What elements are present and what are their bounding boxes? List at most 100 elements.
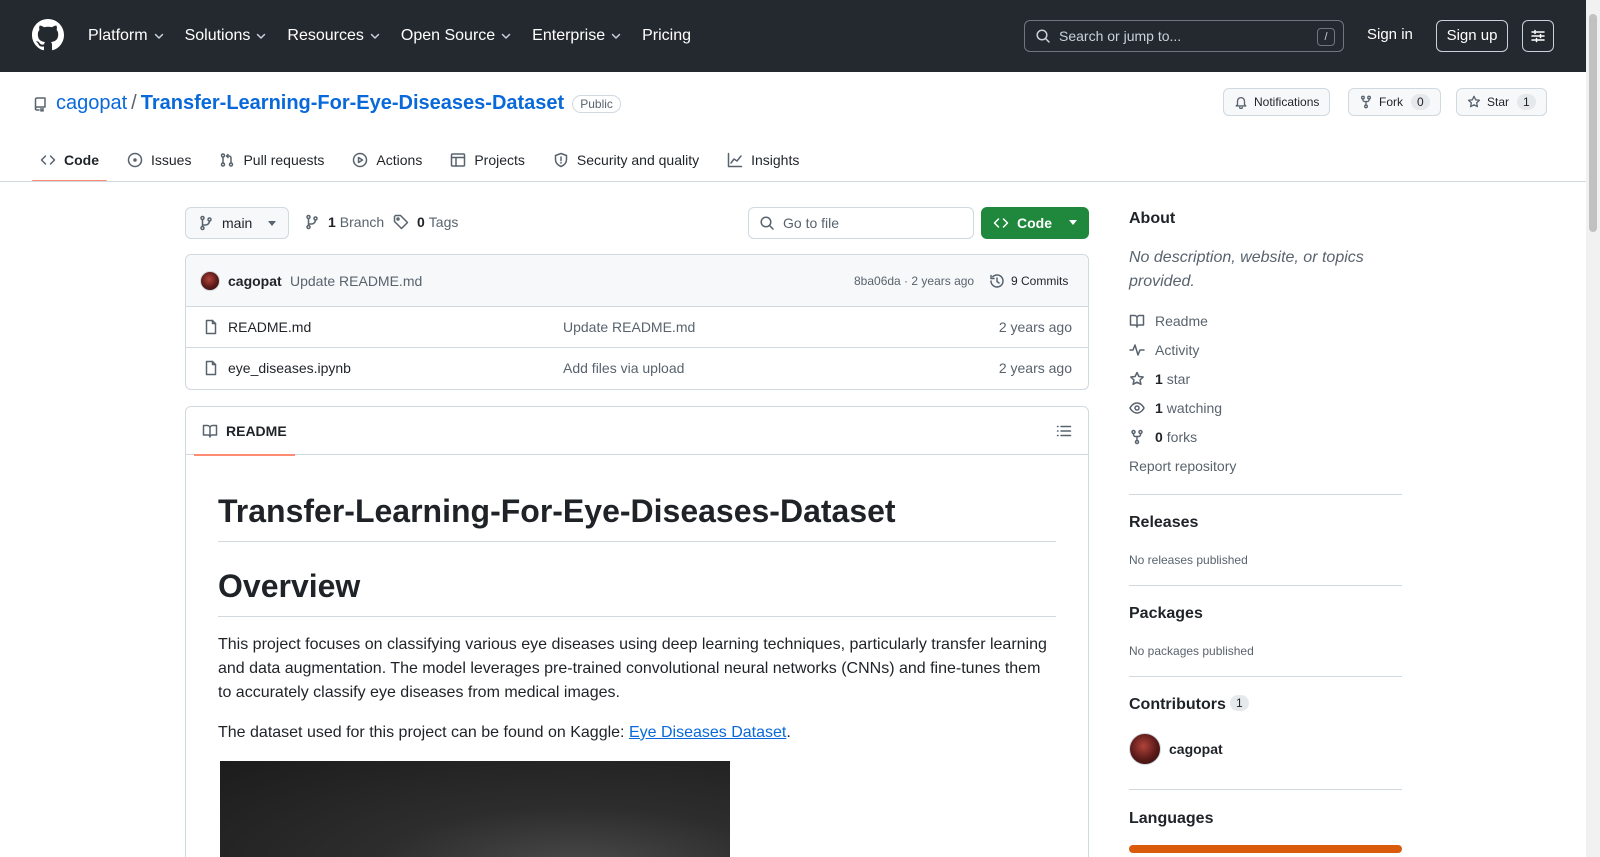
chevron-down-icon bbox=[501, 33, 511, 39]
file-name[interactable]: eye_diseases.ipynb bbox=[228, 360, 351, 376]
star-count: 1 bbox=[1517, 94, 1536, 110]
go-to-file-input[interactable]: Go to file bbox=[748, 207, 974, 239]
star-icon bbox=[1467, 95, 1481, 108]
fork-icon bbox=[1131, 429, 1143, 445]
nav-open-source[interactable]: Open Source bbox=[401, 27, 512, 45]
tab-code[interactable]: Code bbox=[32, 140, 107, 182]
packages-text: No packages published bbox=[1129, 644, 1254, 658]
nav-enterprise[interactable]: Enterprise bbox=[532, 27, 622, 45]
tab-insights-label: Insights bbox=[751, 152, 800, 168]
commits-link[interactable]: 9 Commits bbox=[989, 273, 1068, 289]
tab-insights[interactable]: Insights bbox=[719, 140, 807, 180]
nav-pricing[interactable]: Pricing bbox=[642, 27, 691, 45]
tag-count: 0 bbox=[417, 214, 425, 230]
commit-author[interactable]: cagopat bbox=[228, 273, 282, 289]
code-icon bbox=[40, 155, 56, 165]
caret-down-icon bbox=[1069, 220, 1077, 225]
table-row: eye_diseases.ipynb Add files via upload … bbox=[186, 348, 1088, 389]
contributors-heading[interactable]: Contributors bbox=[1129, 696, 1226, 714]
visibility-badge: Public bbox=[572, 94, 621, 113]
search-icon bbox=[760, 216, 774, 230]
stars-label: star bbox=[1166, 371, 1191, 387]
tab-security-label: Security and quality bbox=[576, 152, 700, 168]
stars-link[interactable]: 1 star bbox=[1129, 371, 1190, 387]
watching-label: watching bbox=[1166, 400, 1223, 416]
menu-button[interactable] bbox=[1522, 20, 1554, 52]
watchers-link[interactable]: 1 watching bbox=[1129, 400, 1222, 416]
commit-hash-time[interactable]: 8ba06da · 2 years ago bbox=[854, 274, 974, 288]
fork-button[interactable]: Fork 0 bbox=[1348, 88, 1441, 116]
commits-label: 9 Commits bbox=[1011, 274, 1069, 288]
scrollbar[interactable] bbox=[1586, 0, 1600, 857]
tab-code-label: Code bbox=[64, 152, 99, 168]
chevron-down-icon bbox=[611, 33, 621, 39]
branch-icon bbox=[200, 215, 212, 231]
readme-link-label: Readme bbox=[1155, 313, 1208, 329]
forks-link[interactable]: 0 forks bbox=[1129, 429, 1197, 445]
sign-in-link[interactable]: Sign in bbox=[1367, 26, 1413, 43]
history-icon bbox=[990, 274, 1004, 288]
notifications-button[interactable]: Notifications bbox=[1223, 88, 1331, 116]
tab-actions[interactable]: Actions bbox=[344, 140, 430, 180]
nav-resources[interactable]: Resources bbox=[287, 27, 380, 45]
issue-icon bbox=[127, 152, 143, 168]
tab-issues-label: Issues bbox=[151, 152, 192, 168]
dataset-link[interactable]: Eye Diseases Dataset bbox=[629, 724, 786, 741]
activity-link-label: Activity bbox=[1155, 342, 1200, 358]
branches-link[interactable]: 1 Branch bbox=[304, 214, 384, 230]
forks-label: forks bbox=[1166, 429, 1198, 445]
notifications-label: Notifications bbox=[1254, 95, 1320, 109]
latest-commit-bar: cagopat Update README.md 8ba06da · 2 yea… bbox=[186, 255, 1088, 307]
search-input[interactable]: Search or jump to... / bbox=[1024, 20, 1344, 52]
nav-platform[interactable]: Platform bbox=[88, 27, 165, 45]
fork-icon bbox=[1360, 95, 1372, 109]
chevron-down-icon bbox=[154, 33, 163, 39]
readme-tab[interactable]: README bbox=[194, 407, 295, 456]
pull-request-icon bbox=[221, 153, 234, 167]
go-to-file-placeholder: Go to file bbox=[783, 215, 840, 231]
readme-paragraph: This project focuses on classifying vari… bbox=[218, 636, 1047, 701]
list-icon[interactable] bbox=[1056, 423, 1072, 439]
readme-link[interactable]: Readme bbox=[1129, 313, 1208, 329]
scrollbar-thumb[interactable] bbox=[1589, 14, 1597, 232]
tab-security[interactable]: Security and quality bbox=[545, 140, 707, 180]
packages-heading[interactable]: Packages bbox=[1129, 605, 1203, 623]
fork-label: Fork bbox=[1379, 95, 1403, 109]
file-name[interactable]: README.md bbox=[228, 319, 311, 335]
commit-message[interactable]: Update README.md bbox=[290, 273, 422, 289]
repo-owner-link[interactable]: cagopat bbox=[56, 92, 127, 115]
nav-platform-label: Platform bbox=[88, 27, 148, 44]
github-logo-icon[interactable] bbox=[32, 19, 64, 51]
branch-select-button[interactable]: main bbox=[185, 207, 289, 239]
about-description: No description, website, or topics provi… bbox=[1129, 249, 1364, 290]
repo-name-link[interactable]: Transfer-Learning-For-Eye-Diseases-Datas… bbox=[141, 92, 564, 115]
avatar[interactable] bbox=[1129, 733, 1161, 765]
tab-issues[interactable]: Issues bbox=[119, 140, 199, 180]
tags-link[interactable]: 0 Tags bbox=[393, 214, 458, 230]
file-icon bbox=[205, 319, 217, 335]
contributor-name[interactable]: cagopat bbox=[1169, 741, 1223, 757]
code-dropdown-button[interactable]: Code bbox=[981, 207, 1089, 239]
file-commit-message[interactable]: Add files via upload bbox=[563, 360, 684, 376]
play-icon bbox=[353, 152, 368, 168]
avatar[interactable] bbox=[200, 271, 220, 291]
report-repository-link[interactable]: Report repository bbox=[1129, 458, 1236, 474]
star-button[interactable]: Star 1 bbox=[1456, 88, 1547, 116]
repo-icon bbox=[34, 96, 46, 112]
eye-icon bbox=[1129, 402, 1145, 414]
dataset-text: The dataset used for this project can be… bbox=[218, 724, 629, 741]
file-icon bbox=[205, 360, 217, 376]
tab-projects[interactable]: Projects bbox=[442, 140, 533, 180]
contributors-count: 1 bbox=[1230, 695, 1249, 711]
language-bar bbox=[1129, 845, 1402, 853]
branch-icon bbox=[306, 214, 318, 230]
readme-tab-label: README bbox=[226, 423, 287, 439]
tab-pull-requests[interactable]: Pull requests bbox=[211, 140, 332, 180]
nav-solutions[interactable]: Solutions bbox=[185, 27, 268, 45]
main-nav: Platform Solutions Resources Open Source… bbox=[88, 0, 711, 72]
activity-link[interactable]: Activity bbox=[1129, 342, 1199, 358]
releases-heading[interactable]: Releases bbox=[1129, 514, 1198, 532]
file-commit-message[interactable]: Update README.md bbox=[563, 319, 695, 335]
nav-solutions-label: Solutions bbox=[184, 27, 251, 44]
sign-up-button[interactable]: Sign up bbox=[1436, 20, 1508, 52]
